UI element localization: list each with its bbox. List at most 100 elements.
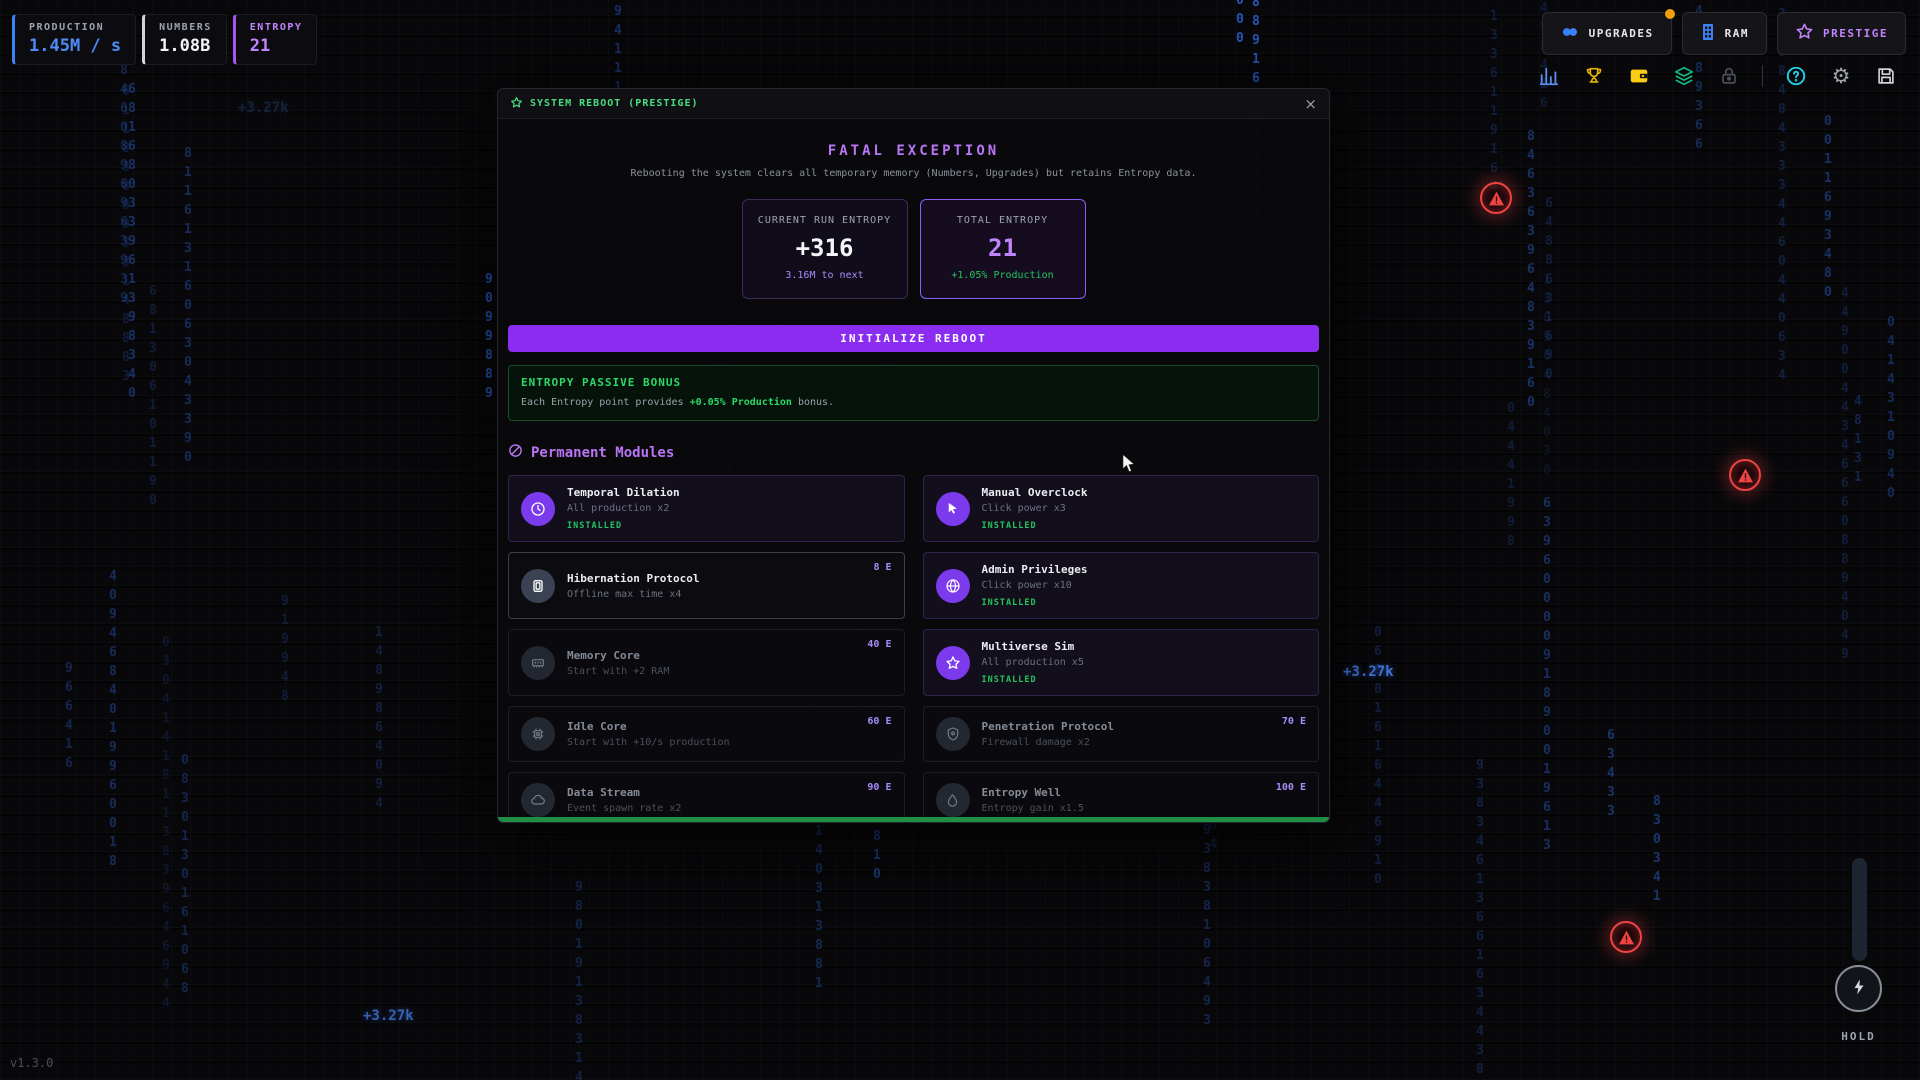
module-desc: Offline max time x4 (567, 589, 699, 600)
current-run-entropy-value: +316 (743, 234, 907, 262)
module-title: Admin Privileges (982, 563, 1088, 576)
lock-icon[interactable] (1717, 64, 1741, 88)
entropy-label: ENTROPY (250, 22, 303, 33)
module-hibernation-protocol[interactable]: Hibernation Protocol Offline max time x4… (508, 552, 905, 619)
matrix-column: 6 8 1 3 0 6 1 0 1 1 9 0 (149, 282, 157, 510)
floating-gain-text: +3.27k (238, 100, 289, 116)
module-status: INSTALLED (982, 598, 1088, 608)
module-title: Penetration Protocol (982, 720, 1114, 733)
module-entropy-well[interactable]: Entropy Well Entropy gain x1.5 100 E (923, 772, 1320, 823)
ram-label: RAM (1725, 27, 1749, 40)
module-desc: Start with +2 RAM (567, 666, 669, 677)
current-run-entropy-label: CURRENT RUN ENTROPY (743, 215, 907, 226)
permanent-modules-title: Permanent Modules (531, 445, 674, 461)
matrix-column: 0 4 4 4 1 9 9 8 (1507, 399, 1515, 551)
module-title: Temporal Dilation (567, 486, 680, 499)
entropy-stat-card: ENTROPY 21 (233, 14, 318, 65)
matrix-column: 0 4 1 4 3 1 0 9 4 0 (1887, 313, 1895, 503)
bonus-prefix: Each Entropy point provides (521, 397, 690, 408)
module-status: INSTALLED (982, 675, 1084, 685)
matrix-column: 8 1 1 6 1 3 1 6 0 6 3 0 4 3 3 9 0 (184, 144, 192, 467)
module-admin-privileges[interactable]: Admin Privileges Click power x10 INSTALL… (923, 552, 1320, 619)
matrix-column: 1 3 3 6 1 1 9 1 6 4 (1490, 7, 1498, 197)
module-title: Hibernation Protocol (567, 572, 699, 585)
matrix-column: 0 0 1 1 6 9 3 4 8 0 (1824, 112, 1832, 302)
module-penetration-protocol[interactable]: Penetration Protocol Firewall damage x2 … (923, 706, 1320, 762)
fatal-exception-heading: FATAL EXCEPTION (508, 143, 1319, 159)
module-data-stream[interactable]: Data Stream Event spawn rate x2 90 E (508, 772, 905, 823)
matrix-column: 8 9 4 1 1 1 (614, 0, 622, 97)
device-icon (521, 569, 555, 603)
modal-title: SYSTEM REBOOT (PRESTIGE) (510, 96, 699, 112)
threat-warning-icon[interactable] (1480, 182, 1512, 214)
module-desc: Click power x10 (982, 580, 1088, 591)
circle-slash-icon (508, 443, 523, 462)
stats-chart-icon[interactable] (1537, 64, 1561, 88)
close-icon[interactable]: × (1304, 95, 1317, 113)
version-label: v1.3.0 (10, 1056, 53, 1070)
numbers-stat-card: NUMBERS 1.08B (142, 14, 227, 65)
fatal-exception-subheading: Rebooting the system clears all temporar… (508, 168, 1319, 179)
matrix-column: 9 1 9 9 4 8 (281, 592, 289, 706)
upgrades-button[interactable]: UPGRADES (1542, 12, 1672, 55)
hold-charge-track (1852, 858, 1867, 961)
module-cost: 60 E (867, 716, 891, 727)
modules-grid: Temporal Dilation All production x2 INST… (508, 475, 1319, 823)
module-memory-core[interactable]: Memory Core Start with +2 RAM 40 E (508, 629, 905, 696)
matrix-column: 4 4 9 0 0 4 4 3 4 6 6 6 0 8 8 9 4 0 4 9 (1841, 284, 1849, 664)
gear-icon[interactable]: ⚙ (1829, 64, 1853, 88)
module-title: Manual Overclock (982, 486, 1088, 499)
threat-warning-icon[interactable] (1729, 459, 1761, 491)
cursor-icon (936, 492, 970, 526)
matrix-column: 3 8 9 8 4 8 4 3 3 3 4 4 6 0 4 4 0 6 3 4 (1778, 5, 1786, 385)
production-value: 1.45M / s (29, 36, 121, 56)
trophy-icon[interactable] (1582, 64, 1606, 88)
modal-body: FATAL EXCEPTION Rebooting the system cle… (498, 119, 1329, 823)
ram-button[interactable]: RAM (1682, 12, 1767, 55)
save-icon[interactable] (1874, 64, 1898, 88)
module-desc: Firewall damage x2 (982, 737, 1114, 748)
hold-button[interactable] (1835, 965, 1882, 1012)
floating-gain-text: +3.27k (1343, 664, 1394, 680)
icon-toolbar: ⚙ (1537, 64, 1898, 88)
matrix-column: 8 4 6 0 8 9 6 9 6 3 9 3 9 (120, 61, 128, 308)
help-icon[interactable] (1784, 64, 1808, 88)
module-title: Entropy Well (982, 786, 1084, 799)
module-idle-core[interactable]: Idle Core Start with +10/s production 60… (508, 706, 905, 762)
star-icon (936, 646, 970, 680)
floating-gain-text: +3.27k (363, 1008, 414, 1024)
lightning-icon (1850, 978, 1868, 1000)
prestige-button[interactable]: PRESTIGE (1777, 12, 1906, 55)
star-icon (510, 96, 523, 112)
module-cost: 70 E (1282, 716, 1306, 727)
upgrades-label: UPGRADES (1589, 27, 1654, 40)
current-run-entropy-note: 3.16M to next (743, 270, 907, 281)
module-multiverse-sim[interactable]: Multiverse Sim All production x5 INSTALL… (923, 629, 1320, 696)
threat-warning-icon[interactable] (1610, 921, 1642, 953)
matrix-column: 1 4 8 9 8 6 4 0 9 4 (375, 623, 383, 813)
initialize-reboot-button[interactable]: INITIALIZE REBOOT (508, 325, 1319, 352)
matrix-column: 6 3 9 6 0 0 0 0 9 1 8 9 0 0 1 9 6 1 3 (1543, 494, 1551, 855)
prestige-label: PRESTIGE (1823, 27, 1888, 40)
entropy-value: 21 (250, 36, 303, 56)
infinity-icon (1560, 24, 1580, 44)
entropy-bonus-text: Each Entropy point provides +0.05% Produ… (521, 397, 1306, 408)
matrix-column: 9 6 6 4 1 6 (65, 659, 73, 773)
top-buttons: UPGRADES RAM PRESTIGE (1542, 12, 1906, 55)
module-cost: 8 E (873, 562, 891, 573)
module-manual-overclock[interactable]: Manual Overclock Click power x3 INSTALLE… (923, 475, 1320, 542)
module-temporal-dilation[interactable]: Temporal Dilation All production x2 INST… (508, 475, 905, 542)
toolbar-divider (1762, 65, 1763, 87)
cloud-icon (521, 783, 555, 817)
matrix-column: 4 3 3 0 0 0 (1236, 0, 1244, 48)
production-label: PRODUCTION (29, 22, 121, 33)
module-desc: Click power x3 (982, 503, 1088, 514)
permanent-modules-heading: Permanent Modules (508, 443, 1319, 462)
production-stat-card: PRODUCTION 1.45M / s (12, 14, 136, 65)
layers-icon[interactable] (1672, 64, 1696, 88)
matrix-column: 8 3 0 3 4 1 (1653, 792, 1661, 906)
matrix-column: 9 3 8 3 4 6 1 3 6 6 1 6 3 4 4 3 8 (1476, 756, 1484, 1079)
prestige-modal: SYSTEM REBOOT (PRESTIGE) × FATAL EXCEPTI… (497, 88, 1330, 823)
matrix-column: 6 8 1 6 8 0 3 3 9 6 1 3 9 8 3 4 0 (128, 80, 136, 403)
wallet-icon[interactable] (1627, 64, 1651, 88)
